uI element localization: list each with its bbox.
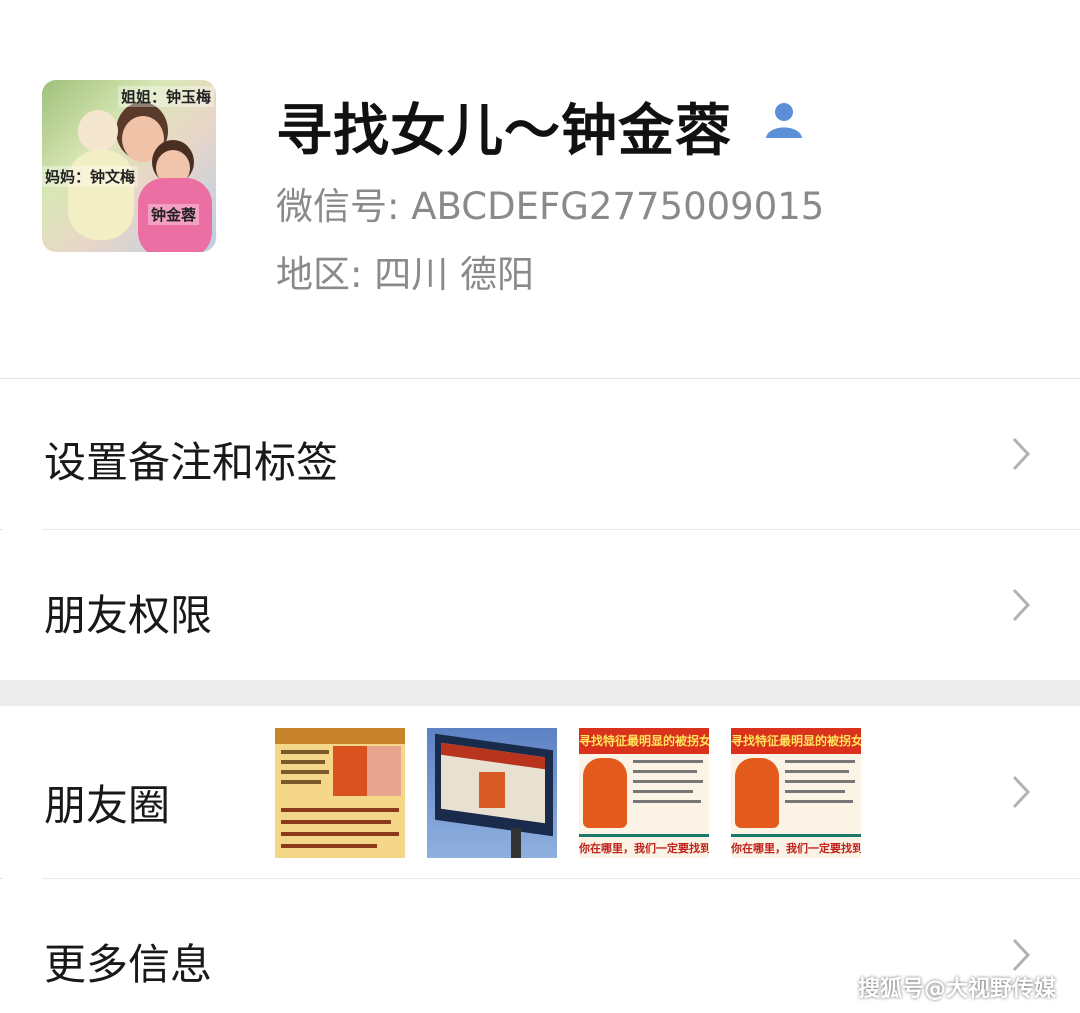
avatar-caption-2: 妈妈：钟文梅 [42, 166, 139, 187]
moments-thumbnail-1[interactable] [275, 728, 405, 858]
region: 地区: 四川 德阳 [276, 253, 534, 296]
flyer-text-line [281, 760, 325, 764]
friend-permissions-row[interactable]: 朋友权限 [0, 530, 1080, 680]
contact-person-icon [766, 103, 802, 138]
avatar-caption-3: 钟金蓉 [148, 204, 200, 225]
chevron-right-icon [1012, 437, 1031, 471]
flyer-text-line [281, 808, 399, 812]
poster-photo [583, 758, 627, 828]
poster-text-line [633, 760, 703, 763]
avatar[interactable]: 姐姐：钟玉梅 妈妈：钟文梅 钟金蓉 [42, 80, 216, 252]
more-info-label: 更多信息 [44, 940, 213, 989]
avatar-caption-1: 姐姐：钟玉梅 [118, 86, 215, 107]
moments-thumbnail-3[interactable]: 寻找特征最明显的被拐女儿钟 你在哪里，我们一定要找到 [579, 728, 709, 858]
poster-rule [731, 834, 861, 837]
poster-text-line [785, 780, 855, 783]
poster-text-line [785, 790, 845, 793]
avatar-baby-body [68, 150, 134, 240]
poster-photo [735, 758, 779, 828]
flyer-text-line [281, 832, 399, 836]
poster-text-line [785, 770, 849, 773]
poster-title: 寻找特征最明显的被拐女儿钟 [731, 728, 861, 754]
moments-thumbnail-4[interactable]: 寻找特征最明显的被拐女儿钟 你在哪里，我们一定要找到 [731, 728, 861, 858]
flyer-text-line [281, 770, 329, 774]
chevron-right-icon [1012, 938, 1031, 972]
poster-text-line [785, 800, 853, 803]
poster-text-line [633, 780, 703, 783]
flyer-photo-1 [333, 746, 367, 796]
billboard-photo [479, 772, 505, 808]
chevron-right-icon [1012, 775, 1031, 809]
flyer-text-line [281, 820, 391, 824]
profile-name: 寻找女儿～钟金蓉 [276, 99, 732, 164]
chevron-right-icon [1012, 588, 1031, 622]
remarks-tags-label: 设置备注和标签 [44, 438, 339, 487]
profile-header: 姐姐：钟玉梅 妈妈：钟文梅 钟金蓉 寻找女儿～钟金蓉 微信号: ABCDEFG2… [0, 0, 1080, 378]
poster-footer: 你在哪里，我们一定要找到 [579, 842, 709, 855]
flyer-text-line [281, 844, 377, 848]
watermark: 搜狐号@大视野传媒 [857, 977, 1056, 1002]
avatar-baby-face [78, 110, 118, 152]
moments-label: 朋友圈 [44, 781, 171, 830]
poster-text-line [633, 800, 701, 803]
flyer-text-line [281, 750, 329, 754]
billboard-pole [511, 828, 521, 858]
friend-permissions-label: 朋友权限 [44, 591, 213, 640]
remarks-tags-row[interactable]: 设置备注和标签 [0, 379, 1080, 529]
poster-title: 寻找特征最明显的被拐女儿钟 [579, 728, 709, 754]
flyer-text-line [281, 780, 321, 784]
poster-text-line [633, 770, 697, 773]
flyer-header [275, 728, 405, 744]
poster-text-line [633, 790, 693, 793]
moments-thumbnail-2[interactable] [427, 728, 557, 858]
poster-footer: 你在哪里，我们一定要找到 [731, 842, 861, 855]
poster-rule [579, 834, 709, 837]
section-gap [0, 680, 1080, 706]
wechat-id: 微信号: ABCDEFG2775009015 [276, 185, 825, 228]
flyer-photo-2 [367, 746, 401, 796]
poster-text-line [785, 760, 855, 763]
